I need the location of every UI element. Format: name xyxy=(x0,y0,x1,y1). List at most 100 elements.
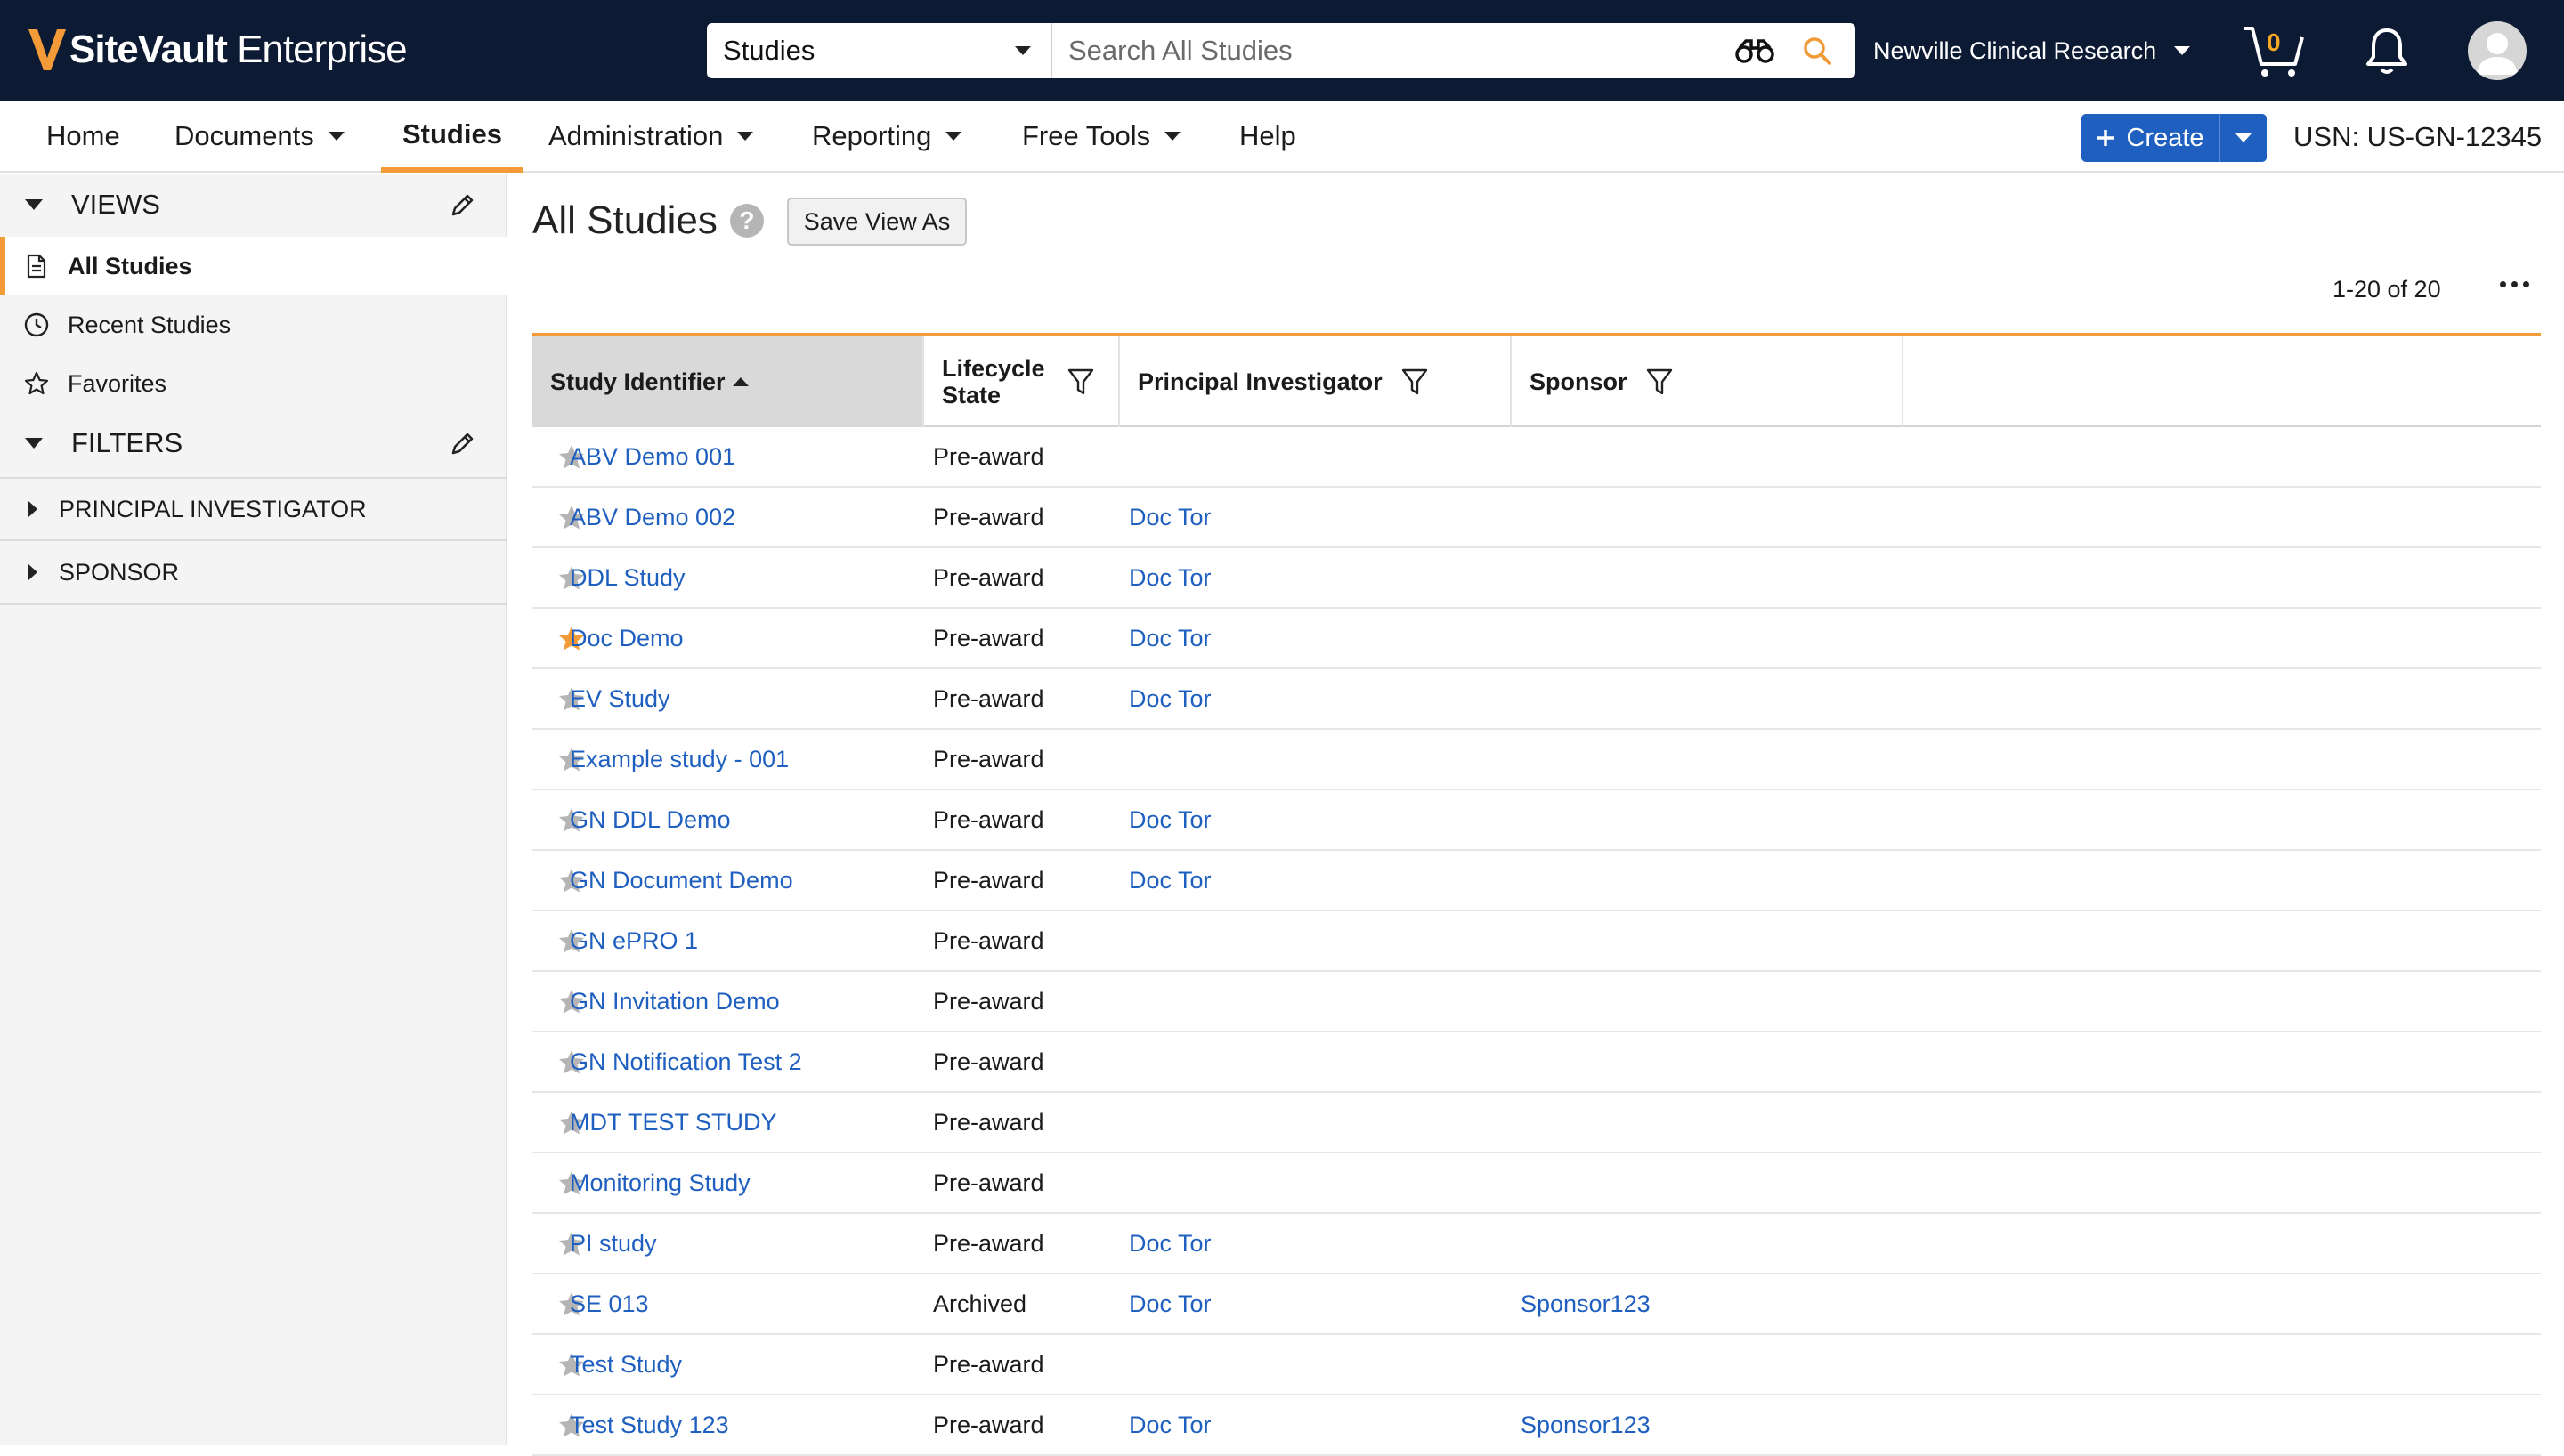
pencil-icon[interactable] xyxy=(449,431,475,457)
brand-name: SiteVault Enterprise xyxy=(69,28,408,71)
org-name: Newville Clinical Research xyxy=(1873,36,2157,64)
lifecycle-state-cell: Pre-award xyxy=(933,866,1044,894)
search-scope-dropdown[interactable]: Studies xyxy=(707,23,1052,78)
sidebar-item-all-studies[interactable]: All Studies xyxy=(0,237,507,295)
principal-investigator-link[interactable]: Doc Tor xyxy=(1129,1214,1212,1273)
sidebar-item-recent-studies[interactable]: Recent Studies xyxy=(0,295,507,354)
more-actions-icon[interactable] xyxy=(2500,281,2529,287)
studies-table: Study Identifier Lifecycle State Princip… xyxy=(532,333,2541,1456)
principal-investigator-link[interactable]: Doc Tor xyxy=(1129,851,1212,910)
nav-home[interactable]: Home xyxy=(46,101,120,171)
search-icon[interactable] xyxy=(1802,36,1832,66)
table-row: Doc Demo Pre-award Doc Tor xyxy=(532,609,2541,669)
table-row: SE 013 Archived Doc Tor Sponsor123 xyxy=(532,1274,2541,1335)
org-switcher[interactable]: Newville Clinical Research xyxy=(1873,27,2191,75)
nav-documents-label: Documents xyxy=(174,120,314,151)
study-identifier-link[interactable]: GN ePRO 1 xyxy=(570,911,698,970)
column-study-identifier[interactable]: Study Identifier xyxy=(532,336,924,427)
notifications-button[interactable] xyxy=(2365,25,2409,77)
table-row: GN ePRO 1 Pre-award xyxy=(532,911,2541,972)
document-icon xyxy=(27,254,46,279)
study-identifier-link[interactable]: Monitoring Study xyxy=(570,1153,751,1212)
user-avatar[interactable] xyxy=(2468,21,2527,80)
study-identifier-link[interactable]: Example study - 001 xyxy=(570,730,789,789)
sidebar-item-label: Recent Studies xyxy=(68,311,231,338)
sponsor-link[interactable]: Sponsor123 xyxy=(1521,1395,1651,1454)
lifecycle-state-cell: Pre-award xyxy=(933,684,1044,712)
study-identifier-link[interactable]: PI study xyxy=(570,1214,657,1273)
nav-administration-label: Administration xyxy=(548,120,724,151)
principal-investigator-link[interactable]: Doc Tor xyxy=(1129,1395,1212,1454)
study-identifier-link[interactable]: GN Document Demo xyxy=(570,851,793,910)
pagination-count: 1-20 of 20 xyxy=(2333,276,2441,303)
nav-administration[interactable]: Administration xyxy=(548,101,754,171)
table-row: GN DDL Demo Pre-award Doc Tor xyxy=(532,790,2541,851)
study-identifier-link[interactable]: ABV Demo 002 xyxy=(570,488,735,546)
cart-count: 0 xyxy=(2267,28,2281,56)
veeva-v-icon xyxy=(28,29,66,70)
principal-investigator-link[interactable]: Doc Tor xyxy=(1129,609,1212,667)
principal-investigator-link[interactable]: Doc Tor xyxy=(1129,669,1212,728)
filter-icon[interactable] xyxy=(1645,367,1674,397)
sitevault-logo[interactable]: SiteVault Enterprise xyxy=(28,20,408,80)
study-identifier-link[interactable]: GN Invitation Demo xyxy=(570,972,780,1031)
page-title-wrap: All Studies ? xyxy=(532,192,764,249)
nav-free-tools[interactable]: Free Tools xyxy=(1022,101,1181,171)
sort-ascending-icon xyxy=(732,377,749,386)
principal-investigator-link[interactable]: Doc Tor xyxy=(1129,790,1212,849)
sponsor-link[interactable]: Sponsor123 xyxy=(1521,1274,1651,1333)
help-icon[interactable]: ? xyxy=(729,204,764,238)
filter-principal-investigator[interactable]: PRINCIPAL INVESTIGATOR xyxy=(0,477,507,541)
table-row: DDL Study Pre-award Doc Tor xyxy=(532,548,2541,609)
collapse-icon xyxy=(25,199,43,210)
study-identifier-link[interactable]: GN Notification Test 2 xyxy=(570,1032,802,1091)
sidebar-item-favorites[interactable]: Favorites xyxy=(0,354,507,413)
study-identifier-link[interactable]: ABV Demo 001 xyxy=(570,427,735,486)
study-identifier-link[interactable]: MDT TEST STUDY xyxy=(570,1093,777,1152)
column-principal-investigator[interactable]: Principal Investigator xyxy=(1120,336,1512,427)
lifecycle-state-cell: Pre-award xyxy=(933,442,1044,470)
study-identifier-link[interactable]: Test Study xyxy=(570,1335,682,1394)
filter-icon[interactable] xyxy=(1067,367,1095,397)
principal-investigator-link[interactable]: Doc Tor xyxy=(1129,1274,1212,1333)
study-identifier-link[interactable]: DDL Study xyxy=(570,548,686,607)
filter-sponsor[interactable]: SPONSOR xyxy=(0,541,507,605)
lifecycle-state-cell: Pre-award xyxy=(933,1229,1044,1257)
create-main-button[interactable]: Create xyxy=(2081,114,2219,162)
lifecycle-state-cell: Pre-award xyxy=(933,503,1044,530)
binoculars-icon[interactable] xyxy=(1734,37,1775,64)
nav-reporting[interactable]: Reporting xyxy=(812,101,962,171)
nav-reporting-label: Reporting xyxy=(812,120,932,151)
chevron-down-icon xyxy=(945,132,962,141)
study-identifier-link[interactable]: GN DDL Demo xyxy=(570,790,731,849)
user-icon xyxy=(2477,33,2518,75)
bell-icon xyxy=(2366,28,2407,74)
filters-section-header[interactable]: FILTERS xyxy=(0,413,507,473)
study-identifier-link[interactable]: SE 013 xyxy=(570,1274,649,1333)
table-row: GN Invitation Demo Pre-award xyxy=(532,972,2541,1032)
cart-button[interactable]: 0 xyxy=(2240,21,2308,80)
study-identifier-link[interactable]: Test Study 123 xyxy=(570,1395,729,1454)
chevron-down-icon xyxy=(1164,132,1181,141)
nav-documents[interactable]: Documents xyxy=(174,101,345,171)
views-section-header[interactable]: VIEWS xyxy=(0,174,507,235)
search-input[interactable] xyxy=(1052,23,1734,78)
column-sponsor[interactable]: Sponsor xyxy=(1512,336,1903,427)
nav-help[interactable]: Help xyxy=(1239,101,1296,171)
study-identifier-link[interactable]: EV Study xyxy=(570,669,670,728)
lifecycle-state-cell: Pre-award xyxy=(933,1350,1044,1378)
global-search: Studies xyxy=(707,23,1855,78)
principal-investigator-link[interactable]: Doc Tor xyxy=(1129,548,1212,607)
filter-label: PRINCIPAL INVESTIGATOR xyxy=(59,495,367,522)
save-view-as-button[interactable]: Save View As xyxy=(787,198,967,246)
column-lifecycle-state[interactable]: Lifecycle State xyxy=(924,336,1120,427)
study-identifier-link[interactable]: Doc Demo xyxy=(570,609,684,667)
create-dropdown-button[interactable] xyxy=(2219,114,2267,162)
pencil-icon[interactable] xyxy=(449,192,475,219)
filter-icon[interactable] xyxy=(1400,367,1429,397)
chevron-down-icon xyxy=(737,132,754,141)
collapse-icon xyxy=(25,438,43,449)
chevron-down-icon xyxy=(2235,133,2252,142)
principal-investigator-link[interactable]: Doc Tor xyxy=(1129,488,1212,546)
nav-studies[interactable]: Studies xyxy=(381,101,523,173)
